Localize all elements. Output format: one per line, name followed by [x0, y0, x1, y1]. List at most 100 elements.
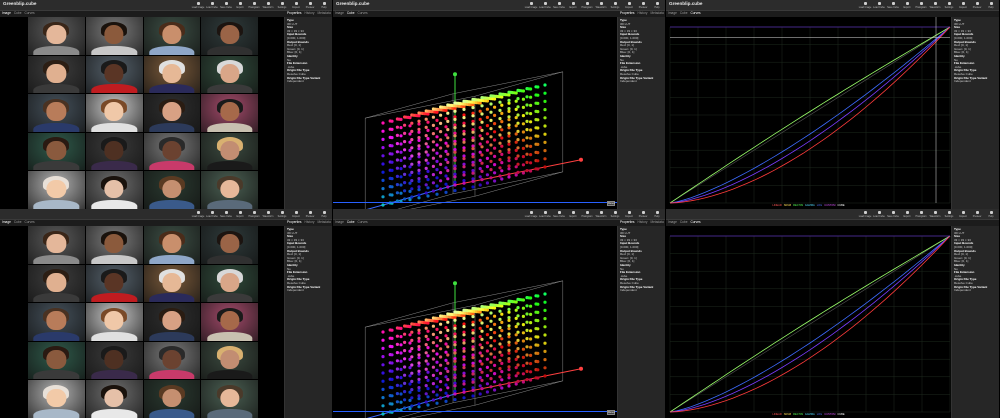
toolbar-button[interactable]: Help — [985, 1, 997, 10]
toolbar-button[interactable]: Settings — [609, 1, 621, 10]
portrait-thumbnail[interactable] — [28, 171, 85, 209]
toolbar-button[interactable]: Export — [234, 1, 246, 10]
toolbar-button[interactable]: Inspect — [290, 1, 302, 10]
toolbar-button[interactable]: Waveform — [929, 1, 941, 10]
toolbar-button[interactable]: Export — [901, 1, 913, 10]
toolbar-button[interactable]: Save Cube — [553, 1, 565, 10]
tab-image[interactable]: Image — [2, 11, 11, 16]
toolbar-button[interactable]: Waveform — [595, 210, 607, 219]
toolbar-button[interactable]: Load Cube — [206, 210, 218, 219]
image-viewport[interactable] — [0, 17, 285, 209]
cube-viewport[interactable]: Reset — [333, 226, 618, 418]
portrait-thumbnail[interactable] — [85, 94, 143, 132]
tab-image[interactable]: Image — [668, 220, 677, 225]
toolbar-button[interactable]: Export — [234, 210, 246, 219]
toolbar-button[interactable]: Preview — [637, 1, 649, 10]
toolbar-button[interactable]: Help — [985, 210, 997, 219]
tab-history[interactable]: History — [638, 11, 648, 16]
toolbar-button[interactable]: Load Image — [859, 1, 871, 10]
tab-metadata[interactable]: Metadata — [317, 220, 330, 225]
portrait-thumbnail[interactable] — [28, 226, 85, 264]
portrait-thumbnail[interactable] — [143, 132, 201, 171]
curves-viewport[interactable]: LINEAR SRGB REC709 GAMMA LOG CUSTOM CUBE — [666, 17, 951, 209]
lut-cube-plot[interactable] — [333, 226, 618, 418]
toolbar-button[interactable]: Export — [567, 210, 579, 219]
toolbar-button[interactable]: Settings — [943, 210, 955, 219]
portrait-thumbnail[interactable] — [28, 94, 85, 132]
portrait-thumbnail[interactable] — [143, 264, 201, 303]
toolbar-button[interactable]: Inspect — [623, 210, 635, 219]
toolbar-button[interactable]: Settings — [609, 210, 621, 219]
toolbar-button[interactable]: Histogram — [248, 1, 260, 10]
tab-image[interactable]: Image — [668, 11, 677, 16]
toolbar-button[interactable]: Waveform — [262, 210, 274, 219]
tab-cube[interactable]: Cube — [347, 220, 355, 225]
portrait-thumbnail[interactable] — [201, 171, 258, 209]
portrait-thumbnail[interactable] — [28, 132, 85, 171]
toolbar-button[interactable]: Load Image — [525, 210, 537, 219]
portrait-thumbnail[interactable] — [85, 55, 143, 94]
portrait-thumbnail[interactable] — [28, 17, 85, 55]
portrait-thumbnail[interactable] — [143, 341, 201, 380]
toolbar-button[interactable]: Load Image — [192, 210, 204, 219]
tab-history[interactable]: History — [638, 220, 648, 225]
tab-cube[interactable]: Cube — [680, 11, 688, 16]
toolbar-button[interactable]: Settings — [276, 210, 288, 219]
toolbar-button[interactable]: Help — [651, 1, 663, 10]
toolbar-button[interactable]: Inspect — [623, 1, 635, 10]
cube-viewport[interactable]: Reset — [333, 17, 618, 209]
portrait-thumbnail[interactable] — [143, 94, 201, 132]
toolbar-button[interactable]: Histogram — [581, 210, 593, 219]
tab-metadata[interactable]: Metadata — [650, 220, 663, 225]
portrait-thumbnail[interactable] — [85, 132, 143, 171]
toolbar-button[interactable]: Inspect — [957, 210, 969, 219]
tab-curves[interactable]: Curves — [24, 220, 34, 225]
tab-cube[interactable]: Cube — [347, 11, 355, 16]
tab-metadata[interactable]: Metadata — [317, 11, 330, 16]
toolbar-button[interactable]: Histogram — [581, 1, 593, 10]
portrait-thumbnail[interactable] — [85, 380, 143, 418]
toolbar-button[interactable]: Load Image — [859, 210, 871, 219]
portrait-thumbnail[interactable] — [201, 226, 258, 264]
toolbar-button[interactable]: Histogram — [915, 210, 927, 219]
tab-cube[interactable]: Cube — [14, 11, 22, 16]
toolbar-button[interactable]: Inspect — [290, 210, 302, 219]
toolbar-button[interactable]: Settings — [276, 1, 288, 10]
portrait-thumbnail[interactable] — [85, 226, 143, 264]
toolbar-button[interactable]: Preview — [637, 210, 649, 219]
toolbar-button[interactable]: Histogram — [915, 1, 927, 10]
tab-history[interactable]: History — [305, 220, 315, 225]
tab-properties[interactable]: Properties — [287, 11, 302, 16]
portrait-thumbnail[interactable] — [143, 17, 201, 55]
toolbar-button[interactable]: Preview — [971, 210, 983, 219]
tab-image[interactable]: Image — [335, 220, 344, 225]
portrait-thumbnail[interactable] — [85, 171, 143, 209]
portrait-thumbnail[interactable] — [201, 264, 258, 303]
portrait-thumbnail[interactable] — [201, 17, 258, 55]
toolbar-button[interactable]: Histogram — [248, 210, 260, 219]
portrait-thumbnail[interactable] — [201, 341, 258, 380]
portrait-thumbnail[interactable] — [201, 55, 258, 94]
portrait-thumbnail[interactable] — [201, 132, 258, 171]
portrait-thumbnail[interactable] — [143, 226, 201, 264]
tab-image[interactable]: Image — [335, 11, 344, 16]
tab-properties[interactable]: Properties — [620, 11, 635, 16]
tab-cube[interactable]: Cube — [680, 220, 688, 225]
portrait-thumbnail[interactable] — [143, 55, 201, 94]
curves-viewport[interactable]: LINEAR SRGB REC709 GAMMA LOG CUSTOM CUBE — [666, 226, 951, 418]
portrait-thumbnail[interactable] — [201, 303, 258, 341]
toolbar-button[interactable]: Load Cube — [206, 1, 218, 10]
portrait-thumbnail[interactable] — [143, 303, 201, 341]
portrait-thumbnail[interactable] — [201, 94, 258, 132]
portrait-thumbnail[interactable] — [85, 17, 143, 55]
portrait-thumbnail[interactable] — [85, 341, 143, 380]
portrait-thumbnail[interactable] — [28, 303, 85, 341]
toolbar-button[interactable]: Load Cube — [539, 1, 551, 10]
lut-cube-plot[interactable] — [333, 17, 618, 209]
tab-curves[interactable]: Curves — [690, 220, 700, 225]
tab-properties[interactable]: Properties — [287, 220, 302, 225]
toolbar-button[interactable]: Help — [318, 210, 330, 219]
toolbar-button[interactable]: Save Cube — [887, 210, 899, 219]
tab-curves[interactable]: Curves — [357, 220, 367, 225]
portrait-thumbnail[interactable] — [28, 55, 85, 94]
